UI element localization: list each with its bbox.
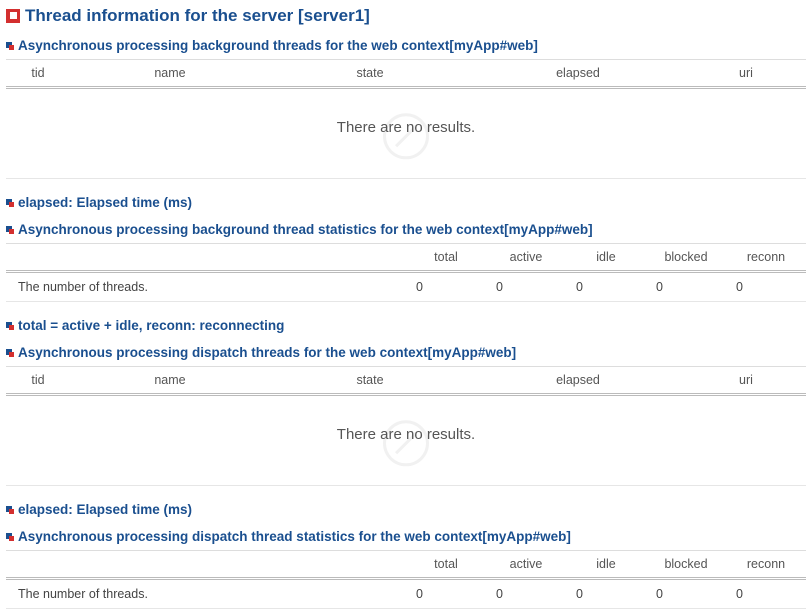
section-heading-text: Asynchronous processing background threa… — [18, 222, 593, 237]
bullet-icon — [6, 349, 14, 357]
table-header-row: total active idle blocked reconn — [6, 244, 806, 272]
cell-total: 0 — [406, 579, 486, 609]
disp-stats-table: total active idle blocked reconn The num… — [6, 550, 806, 609]
cell-blocked: 0 — [646, 579, 726, 609]
col-idle: idle — [566, 551, 646, 579]
col-active: active — [486, 244, 566, 272]
table-header-row: total active idle blocked reconn — [6, 551, 806, 579]
col-blocked: blocked — [646, 551, 726, 579]
bullet-icon — [6, 533, 14, 541]
bullet-icon — [6, 226, 14, 234]
col-name: name — [70, 60, 270, 88]
bullet-icon — [6, 506, 14, 514]
section-heading-text: Asynchronous processing background threa… — [18, 38, 538, 53]
col-elapsed: elapsed — [470, 60, 686, 88]
table-row: The number of threads. 0 0 0 0 0 — [6, 272, 806, 302]
bullet-icon — [6, 199, 14, 207]
cell-active: 0 — [486, 579, 566, 609]
cell-total: 0 — [406, 272, 486, 302]
bg-threads-empty: There are no results. — [6, 89, 806, 179]
col-state: state — [270, 60, 470, 88]
col-uri: uri — [686, 367, 806, 395]
disp-threads-table: tid name state elapsed uri — [6, 366, 806, 396]
col-reconn: reconn — [726, 244, 806, 272]
col-uri: uri — [686, 60, 806, 88]
col-idle: idle — [566, 244, 646, 272]
cell-active: 0 — [486, 272, 566, 302]
cell-blocked: 0 — [646, 272, 726, 302]
section-heading-disp-stats: Asynchronous processing dispatch thread … — [6, 523, 806, 550]
table-header-row: tid name state elapsed uri — [6, 60, 806, 88]
section-heading-disp-threads: Asynchronous processing dispatch threads… — [6, 339, 806, 366]
empty-text: There are no results. — [6, 396, 806, 485]
elapsed-note-text: elapsed: Elapsed time (ms) — [18, 502, 192, 517]
server-icon — [6, 9, 20, 23]
page-title: Thread information for the server [serve… — [6, 4, 806, 32]
cell-reconn: 0 — [726, 579, 806, 609]
row-label: The number of threads. — [6, 272, 406, 302]
col-total: total — [406, 244, 486, 272]
elapsed-note: elapsed: Elapsed time (ms) — [6, 496, 806, 523]
section-heading-bg-stats: Asynchronous processing background threa… — [6, 216, 806, 243]
col-reconn: reconn — [726, 551, 806, 579]
section-heading-text: Asynchronous processing dispatch thread … — [18, 529, 571, 544]
col-blocked: blocked — [646, 244, 726, 272]
table-row: The number of threads. 0 0 0 0 0 — [6, 579, 806, 609]
disp-threads-empty: There are no results. — [6, 396, 806, 486]
empty-text: There are no results. — [6, 89, 806, 178]
col-elapsed: elapsed — [470, 367, 686, 395]
cell-idle: 0 — [566, 272, 646, 302]
row-label: The number of threads. — [6, 579, 406, 609]
col-name: name — [70, 367, 270, 395]
col-blank — [6, 551, 406, 579]
col-blank — [6, 244, 406, 272]
bullet-icon — [6, 42, 14, 50]
total-note-text: total = active + idle, reconn: reconnect… — [18, 318, 284, 333]
bg-threads-table: tid name state elapsed uri — [6, 59, 806, 89]
elapsed-note-text: elapsed: Elapsed time (ms) — [18, 195, 192, 210]
col-total: total — [406, 551, 486, 579]
total-note: total = active + idle, reconn: reconnect… — [6, 312, 806, 339]
col-state: state — [270, 367, 470, 395]
bullet-icon — [6, 322, 14, 330]
cell-reconn: 0 — [726, 272, 806, 302]
cell-idle: 0 — [566, 579, 646, 609]
page-title-text: Thread information for the server [serve… — [25, 6, 370, 26]
table-header-row: tid name state elapsed uri — [6, 367, 806, 395]
section-heading-text: Asynchronous processing dispatch threads… — [18, 345, 516, 360]
section-heading-bg-threads: Asynchronous processing background threa… — [6, 32, 806, 59]
bg-stats-table: total active idle blocked reconn The num… — [6, 243, 806, 302]
col-tid: tid — [6, 367, 70, 395]
col-active: active — [486, 551, 566, 579]
col-tid: tid — [6, 60, 70, 88]
elapsed-note: elapsed: Elapsed time (ms) — [6, 189, 806, 216]
